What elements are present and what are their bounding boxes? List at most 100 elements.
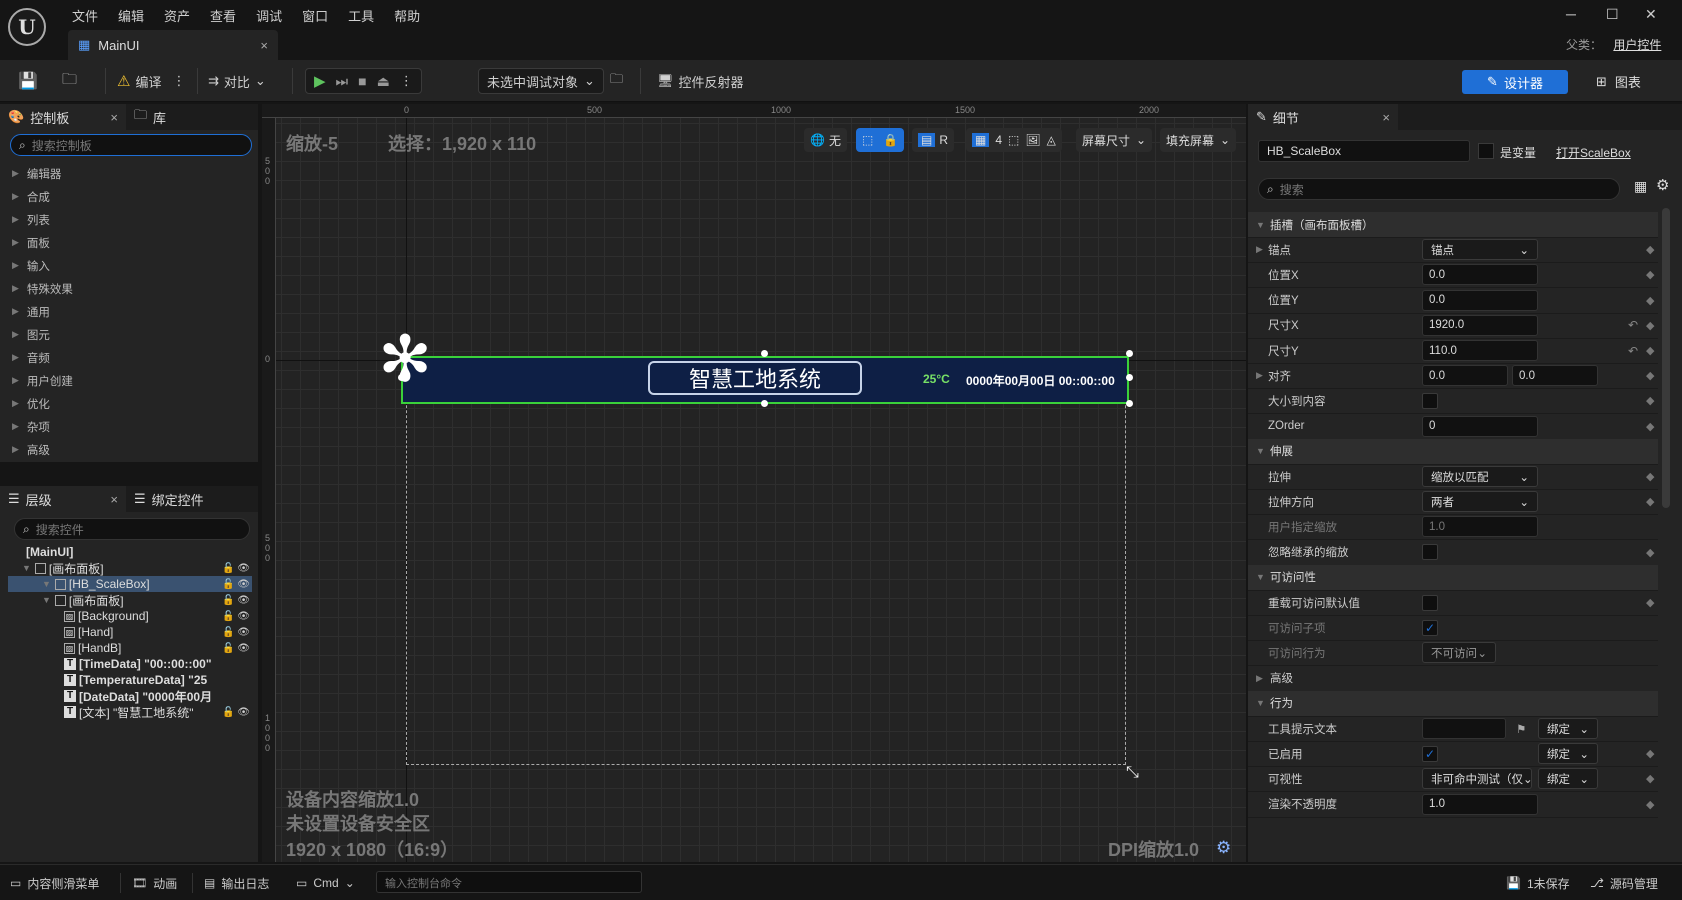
compile-button[interactable]: ⚠ 编译 ⋮: [117, 68, 185, 94]
tree-item[interactable]: ▨ [HandB] 🔓 👁: [0, 640, 258, 656]
property-value-input[interactable]: 1920.0: [1422, 314, 1538, 336]
property-value-input[interactable]: 0.0: [1422, 289, 1538, 311]
localization-preview[interactable]: 🌐 无: [804, 128, 847, 152]
keyframe-icon[interactable]: ◆: [1646, 798, 1654, 811]
play-icon[interactable]: ▶: [314, 72, 326, 90]
details-property-row[interactable]: ▶ 高级: [1248, 666, 1658, 692]
is-variable-checkbox[interactable]: [1478, 143, 1494, 159]
property-checkbox[interactable]: [1422, 392, 1438, 409]
tree-item[interactable]: [MainUI]: [0, 544, 258, 560]
details-scrollbar[interactable]: [1662, 208, 1670, 508]
palette-category[interactable]: ▶ 编辑器: [0, 162, 258, 185]
compile-options-icon[interactable]: ⋮: [172, 73, 185, 89]
keyframe-icon[interactable]: ◆: [1646, 747, 1654, 760]
menu-help[interactable]: 帮助: [384, 6, 430, 25]
property-value-input[interactable]: 1.0: [1422, 793, 1538, 815]
lock-eye-icons[interactable]: 🔓 👁: [222, 707, 250, 718]
dpi-settings-gear-icon[interactable]: ⚙: [1216, 838, 1231, 858]
tree-item[interactable]: T [DateData] "0000年00月: [0, 688, 222, 704]
fill-screen-dropdown[interactable]: 填充屏幕 ⌄: [1160, 128, 1237, 152]
keyframe-icon[interactable]: ◆: [1646, 394, 1654, 407]
lock-eye-icons[interactable]: 🔓 👁: [222, 611, 250, 622]
tab-bind-widgets[interactable]: ☰ 绑定控件: [126, 486, 212, 512]
hb-scalebox-widget[interactable]: 智慧工地系统 25°C 0000年00月00日 00::00::00: [401, 356, 1129, 404]
menu-file[interactable]: 文件: [62, 6, 108, 25]
keyframe-icon[interactable]: ◆: [1646, 294, 1654, 307]
tab-hierarchy[interactable]: ☰ 层级 ×: [0, 486, 126, 512]
maximize-button[interactable]: ☐: [1606, 6, 1619, 23]
debug-target-dropdown[interactable]: 未选中调试对象 ⌄: [478, 68, 604, 94]
image-preview-icon[interactable]: 🖼: [1025, 133, 1040, 147]
tooltip-text-input[interactable]: [1422, 718, 1506, 739]
palette-category[interactable]: ▶ 优化: [0, 392, 258, 415]
resize-handle[interactable]: [398, 374, 405, 381]
keyframe-icon[interactable]: ◆: [1646, 470, 1654, 483]
property-checkbox[interactable]: ✓: [1422, 745, 1438, 762]
doc-tab-mainui[interactable]: ▦ MainUI ×: [68, 30, 278, 60]
reset-to-default-icon[interactable]: ↶: [1628, 318, 1638, 332]
diff-button[interactable]: ⇉ 对比 ⌄: [208, 68, 266, 94]
tree-item[interactable]: T [文本] "智慧工地系统" 🔓 👁: [0, 704, 258, 720]
keyframe-icon[interactable]: ◆: [1646, 772, 1654, 785]
palette-category[interactable]: ▶ 音频: [0, 346, 258, 369]
respect-locks-toggle[interactable]: ▤ R: [912, 128, 955, 152]
palette-category[interactable]: ▶ 通用: [0, 300, 258, 323]
menu-window[interactable]: 窗口: [292, 6, 338, 25]
doc-tab-close-icon[interactable]: ×: [260, 38, 268, 53]
tree-item[interactable]: T [TemperatureData] "25: [0, 672, 222, 688]
expand-arrow-icon[interactable]: ▶: [1256, 370, 1263, 381]
minimize-button[interactable]: ─: [1566, 6, 1576, 22]
property-value-input[interactable]: 110.0: [1422, 340, 1538, 361]
reset-to-default-icon[interactable]: ↶: [1628, 344, 1638, 358]
palette-category[interactable]: ▶ 输入: [0, 254, 258, 277]
bind-dropdown[interactable]: 绑定 ⌄: [1538, 768, 1598, 790]
menu-tools[interactable]: 工具: [338, 6, 384, 25]
browse-button[interactable]: 🗀: [62, 68, 77, 94]
tree-item[interactable]: ▨ [Background] 🔓 👁: [0, 608, 258, 624]
close-window-button[interactable]: ✕: [1645, 6, 1657, 23]
property-value-input[interactable]: 0: [1422, 415, 1538, 437]
palette-category[interactable]: ▶ 面板: [0, 231, 258, 254]
graph-button[interactable]: ⊞ 图表: [1596, 72, 1641, 91]
palette-category[interactable]: ▶ 图元: [0, 323, 258, 346]
palette-category[interactable]: ▶ 列表: [0, 208, 258, 231]
property-value-input[interactable]: 0.0: [1422, 264, 1538, 286]
resize-handle[interactable]: [1126, 400, 1133, 407]
resize-handle[interactable]: [1126, 350, 1133, 357]
widget-reflector-button[interactable]: 🖥 控件反射器: [657, 68, 744, 94]
keyframe-icon[interactable]: ◆: [1646, 243, 1654, 256]
property-value-input[interactable]: 0.0: [1512, 365, 1598, 387]
resize-handle[interactable]: [761, 400, 768, 407]
palette-category[interactable]: ▶ 高级: [0, 438, 258, 461]
expand-arrow-icon[interactable]: ▶: [1256, 673, 1263, 684]
resize-screen-icon[interactable]: ⤡: [1126, 764, 1139, 782]
keyframe-icon[interactable]: ◆: [1646, 344, 1654, 357]
palette-tab-close-icon[interactable]: ×: [110, 110, 118, 125]
palette-category[interactable]: ▶ 杂项: [0, 415, 258, 438]
source-control-button[interactable]: ⎇ 源码管理: [1590, 871, 1658, 895]
keyframe-icon[interactable]: ◆: [1646, 546, 1654, 559]
property-checkbox[interactable]: ✓: [1422, 619, 1438, 636]
triangle-icon[interactable]: ◬: [1047, 133, 1056, 147]
keyframe-icon[interactable]: ◆: [1646, 319, 1654, 332]
keyframe-icon[interactable]: ◆: [1646, 369, 1654, 382]
animation-button[interactable]: 🎞 动画: [132, 871, 177, 895]
grid-settings[interactable]: ▦ 4 ⬚ 🖼 ◬: [966, 128, 1062, 152]
keyframe-icon[interactable]: ◆: [1646, 495, 1654, 508]
hierarchy-tab-close-icon[interactable]: ×: [110, 492, 118, 507]
hierarchy-search-input[interactable]: ⌕ 搜索控件: [14, 518, 250, 540]
table-view-icon[interactable]: ▦: [1634, 178, 1647, 195]
menu-view[interactable]: 查看: [200, 6, 246, 25]
property-dropdown[interactable]: 锚点 ⌄: [1422, 239, 1538, 261]
lock-eye-icons[interactable]: 🔓 👁: [222, 643, 250, 654]
menu-debug[interactable]: 调试: [246, 6, 292, 25]
play-options-icon[interactable]: ⋮: [400, 73, 413, 89]
details-search-input[interactable]: ⌕ 搜索: [1258, 178, 1620, 200]
stop-icon[interactable]: ■: [358, 73, 366, 89]
property-dropdown[interactable]: 两者 ⌄: [1422, 491, 1538, 513]
tree-item-selected[interactable]: ▼ [HB_ScaleBox] 🔓 👁: [8, 576, 252, 592]
tab-details[interactable]: ✎ 细节 ×: [1248, 104, 1398, 130]
keyframe-icon[interactable]: ◆: [1646, 420, 1654, 433]
lock-eye-icons[interactable]: 🔓 👁: [222, 579, 250, 590]
palette-category[interactable]: ▶ 合成: [0, 185, 258, 208]
